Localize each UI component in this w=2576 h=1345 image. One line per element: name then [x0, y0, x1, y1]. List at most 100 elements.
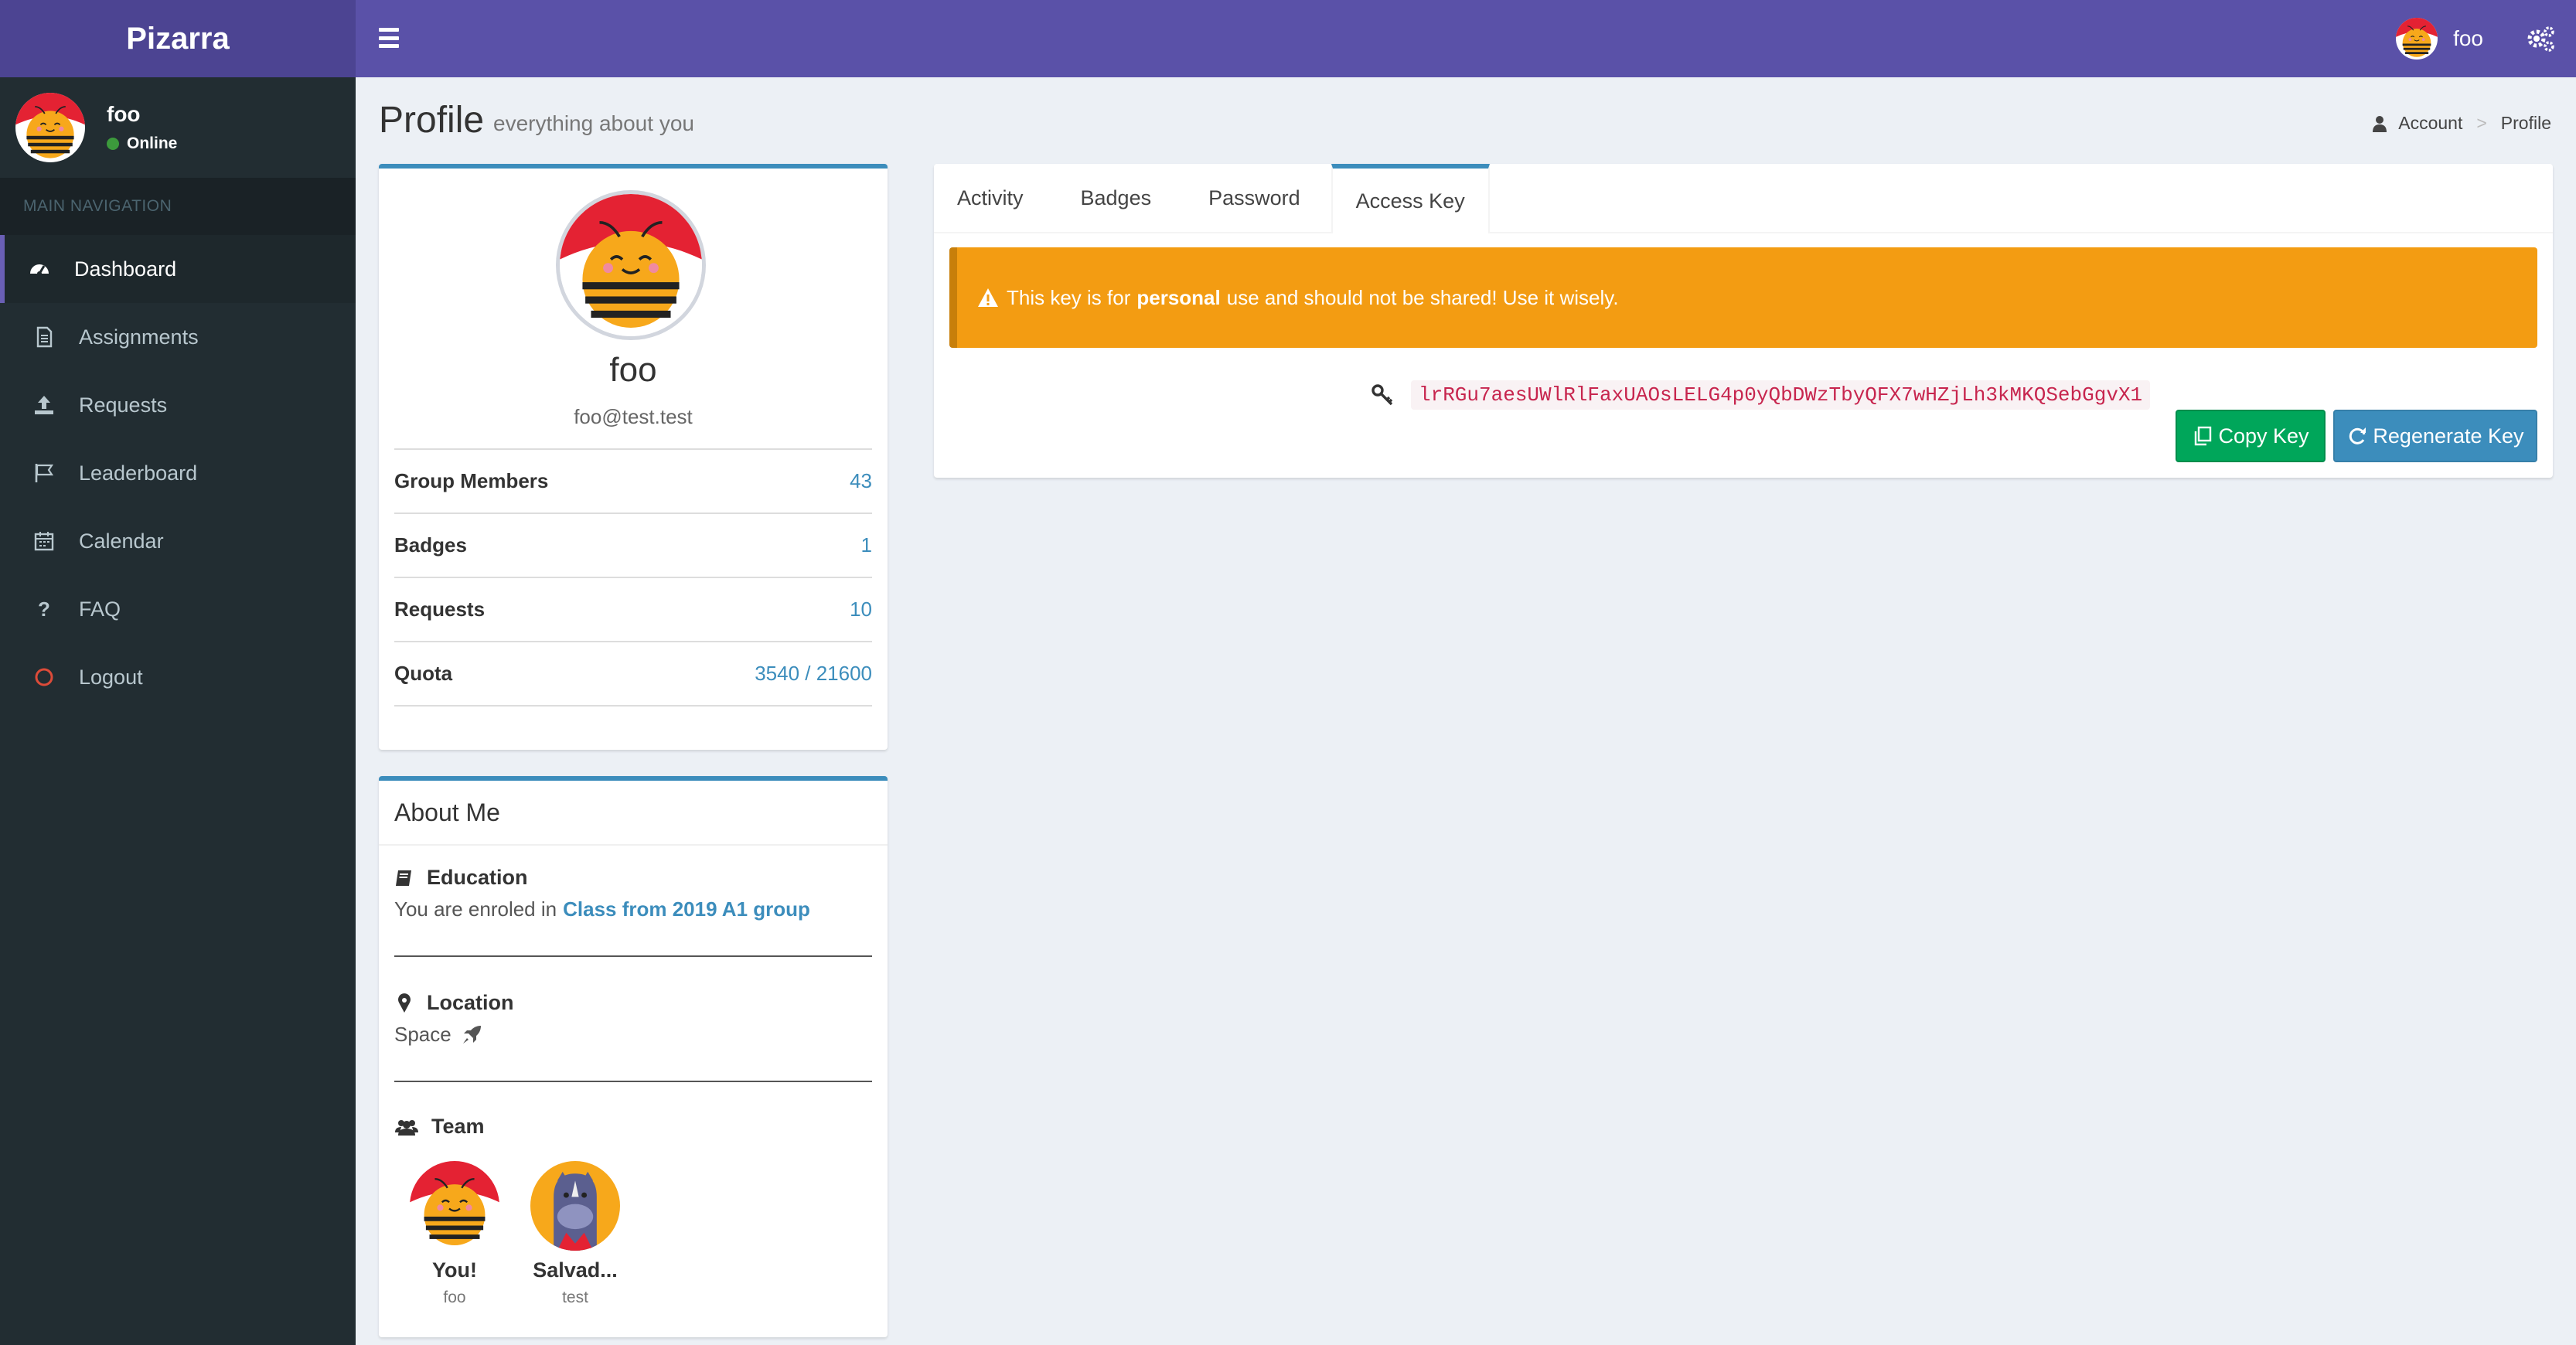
profile-avatar	[556, 190, 706, 340]
sidebar-item-label: Assignments	[79, 325, 199, 349]
key-icon	[1371, 384, 1393, 406]
profile-stats: Group Members 43 Badges 1 Requests 10 Qu…	[394, 448, 872, 707]
user-menu[interactable]: foo	[2396, 17, 2483, 60]
status-badge: Online	[107, 134, 177, 153]
profile-email: foo@test.test	[574, 405, 693, 428]
education-label: Education	[427, 866, 528, 889]
stat-value[interactable]: 43	[850, 469, 872, 493]
dashboard-icon	[26, 256, 53, 282]
file-icon	[31, 324, 57, 350]
location-section: Location Space	[394, 991, 872, 1047]
sidebar-username: foo	[107, 102, 141, 126]
stat-label: Requests	[394, 598, 486, 621]
member-group: foo	[443, 1289, 466, 1306]
question-icon: ?	[38, 597, 50, 621]
team-section: Team	[394, 1115, 872, 1139]
team-member[interactable]: Salvad... test	[515, 1161, 635, 1307]
refresh-icon	[2349, 427, 2366, 444]
users-icon	[395, 1119, 418, 1136]
member-group: test	[562, 1289, 588, 1306]
nav-header: MAIN NAVIGATION	[0, 178, 356, 235]
user-icon	[2373, 115, 2387, 132]
stat-label: Quota	[394, 662, 453, 685]
access-key-line: lrRGu7aesUWlRlFaxUAOsLELG4p0yQbDWzTbyQFX…	[1371, 380, 2151, 410]
member-name: You!	[432, 1258, 477, 1282]
calendar-icon	[31, 528, 57, 554]
tab-bar: Activity Badges Password Access Key	[934, 164, 2553, 233]
profile-tabs: Activity Badges Password Access Key This…	[934, 164, 2553, 478]
sidebar-item-assignments[interactable]: Assignments	[0, 303, 356, 371]
rocket-icon	[462, 1025, 481, 1044]
sidebar: foo Online MAIN NAVIGATION Dashboard Ass…	[0, 77, 356, 1345]
breadcrumb-account[interactable]: Account	[2398, 113, 2462, 134]
sidebar-item-label: FAQ	[79, 597, 121, 621]
top-navbar: foo	[356, 0, 2576, 77]
warning-alert: This key is for personal use and should …	[949, 247, 2537, 348]
sidebar-item-label: Requests	[79, 393, 168, 417]
stat-label: Group Members	[394, 469, 549, 492]
alert-text-bold: personal	[1136, 285, 1221, 309]
tab-badges[interactable]: Badges	[1047, 164, 1181, 232]
upload-icon	[31, 392, 57, 418]
sidebar-item-label: Dashboard	[74, 257, 177, 281]
copy-icon	[2195, 426, 2212, 446]
stat-label: Badges	[394, 533, 467, 557]
regenerate-key-label: Regenerate Key	[2373, 424, 2524, 448]
class-link[interactable]: Class from 2019 A1 group	[563, 897, 810, 921]
about-me-card: About Me Education You are enroled in Cl…	[379, 776, 888, 1337]
alert-text-pre: This key is for	[1007, 285, 1131, 309]
avatar	[15, 93, 85, 162]
avatar	[410, 1161, 499, 1251]
team-member[interactable]: You! foo	[394, 1161, 515, 1307]
avatar	[2396, 18, 2438, 60]
stat-group-members: Group Members 43	[394, 448, 872, 512]
status-text: Online	[127, 134, 178, 152]
online-dot-icon	[107, 138, 119, 150]
education-text: You are enroled in	[394, 897, 557, 921]
page-title: Profile	[379, 100, 485, 141]
alert-text-post: use and should not be shared! Use it wis…	[1226, 285, 1619, 309]
map-marker-icon	[398, 993, 411, 1013]
breadcrumb-profile: Profile	[2500, 113, 2551, 133]
gears-icon[interactable]	[2525, 23, 2556, 54]
stat-value[interactable]: 1	[861, 533, 872, 557]
access-key-value[interactable]: lrRGu7aesUWlRlFaxUAOsLELG4p0yQbDWzTbyQFX…	[1411, 380, 2151, 410]
stat-quota: Quota 3540 / 21600	[394, 641, 872, 707]
divider	[394, 955, 872, 957]
about-title: About Me	[379, 781, 888, 846]
tab-password[interactable]: Password	[1181, 164, 1331, 232]
stat-value[interactable]: 10	[850, 598, 872, 621]
stat-value[interactable]: 3540 / 21600	[755, 662, 872, 686]
divider	[394, 1081, 872, 1082]
sidebar-item-logout[interactable]: Logout	[0, 643, 356, 711]
warning-icon	[978, 288, 998, 307]
breadcrumb: Account > Profile	[2372, 113, 2551, 134]
sidebar-item-faq[interactable]: ? FAQ	[0, 575, 356, 643]
copy-key-label: Copy Key	[2218, 424, 2309, 448]
sidebar-item-calendar[interactable]: Calendar	[0, 507, 356, 575]
sidebar-item-requests[interactable]: Requests	[0, 371, 356, 439]
profile-card: foo foo@test.test Group Members 43 Badge…	[379, 164, 888, 750]
sidebar-user-panel: foo Online	[0, 77, 356, 178]
sidebar-item-dashboard[interactable]: Dashboard	[0, 235, 356, 303]
stat-requests: Requests 10	[394, 577, 872, 641]
menu-toggle-icon[interactable]	[379, 25, 399, 51]
education-section: Education You are enroled in Class from …	[394, 866, 872, 921]
breadcrumb-separator: >	[2476, 113, 2487, 133]
power-icon	[31, 664, 57, 690]
team-label: Team	[431, 1115, 485, 1138]
profile-username: foo	[609, 351, 657, 389]
regenerate-key-button[interactable]: Regenerate Key	[2333, 410, 2537, 462]
avatar	[530, 1161, 620, 1251]
tab-activity[interactable]: Activity	[934, 164, 1047, 232]
stat-badges: Badges 1	[394, 512, 872, 577]
tab-access-key[interactable]: Access Key	[1331, 164, 1490, 233]
location-text: Space	[394, 1023, 451, 1046]
member-name: Salvad...	[533, 1258, 618, 1282]
header-username: foo	[2453, 26, 2483, 50]
book-icon	[396, 870, 411, 886]
app-logo[interactable]: Pizarra	[0, 0, 356, 77]
page-subtitle: everything about you	[493, 111, 694, 135]
sidebar-item-leaderboard[interactable]: Leaderboard	[0, 439, 356, 507]
copy-key-button[interactable]: Copy Key	[2176, 410, 2326, 462]
